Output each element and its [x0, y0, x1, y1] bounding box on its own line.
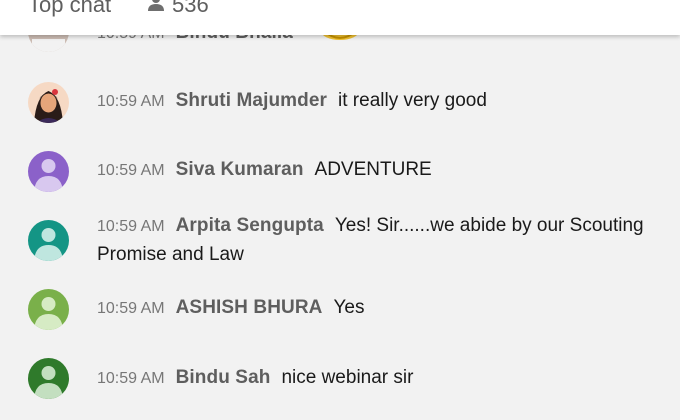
person-icon — [148, 0, 164, 11]
avatar[interactable] — [28, 358, 69, 399]
author-name[interactable]: ASHISH BHURA — [176, 297, 323, 318]
chat-message-list[interactable]: 10:59 AMBindu Bhalla 10:59 AMShruti Maju… — [0, 0, 680, 420]
viewer-count: 536 — [172, 0, 209, 17]
top-chat-dropdown[interactable]: Top chat — [28, 0, 111, 18]
avatar[interactable] — [28, 151, 69, 192]
default-user-icon — [28, 358, 69, 399]
chat-message-text: 10:59 AM Siva Kumaran ADVENTURE — [97, 156, 657, 185]
default-user-icon — [28, 289, 69, 330]
message-time: 10:59 AM — [97, 93, 165, 110]
message-time: 10:59 AM — [97, 370, 165, 387]
chat-message-text: 10:59 AM ASHISH BHURA Yes — [97, 294, 657, 323]
message-body: ADVENTURE — [314, 159, 432, 180]
avatar[interactable] — [28, 82, 69, 123]
default-user-icon — [28, 220, 69, 261]
author-name[interactable]: Siva Kumaran — [176, 159, 304, 180]
chat-message-text: 10:59 AM Arpita Sengupta Yes! Sir......we … — [97, 212, 657, 269]
message-time: 10:59 AM — [97, 300, 165, 317]
default-user-icon — [28, 151, 69, 192]
message-body: Yes — [333, 297, 365, 318]
chat-message-text: 10:59 AM Shruti Majumder it really very go… — [97, 87, 657, 116]
author-name[interactable]: Bindu Sah — [176, 367, 271, 388]
author-name[interactable]: Arpita Sengupta — [176, 215, 324, 236]
message-time: 10:59 AM — [97, 218, 165, 235]
message-body: nice webinar sir — [281, 367, 414, 388]
avatar[interactable] — [28, 220, 69, 261]
user-photo-icon — [28, 82, 69, 123]
chat-message-text: 10:59 AM Bindu Sah nice webinar sir — [97, 364, 657, 393]
author-name[interactable]: Shruti Majumder — [176, 90, 327, 111]
chat-header: Top chat 536 — [0, 0, 680, 35]
avatar[interactable] — [28, 289, 69, 330]
message-body: it really very good — [338, 90, 487, 111]
message-time: 10:59 AM — [97, 162, 165, 179]
